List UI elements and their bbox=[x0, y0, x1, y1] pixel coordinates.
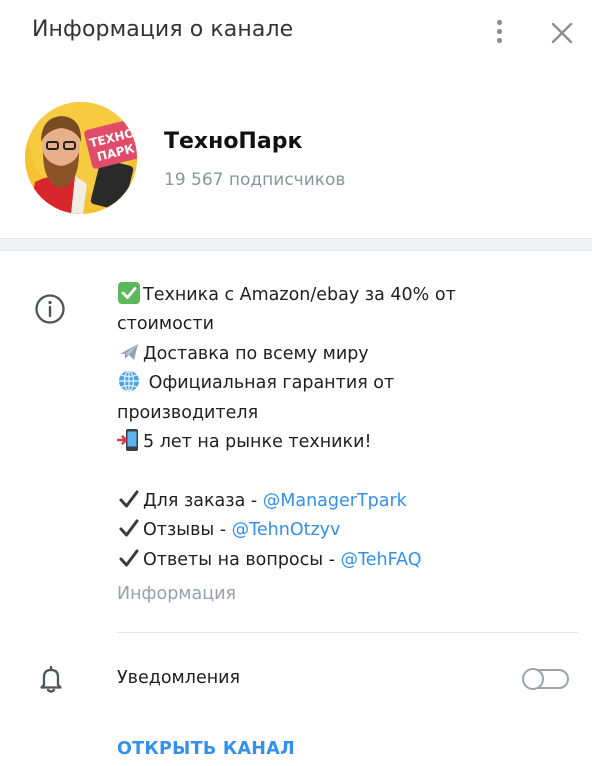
check-mark-icon bbox=[119, 519, 139, 537]
info-icon bbox=[35, 294, 65, 324]
more-vertical-icon bbox=[497, 20, 502, 25]
airplane-icon bbox=[120, 343, 138, 360]
description-line: Доставка по всему миру bbox=[117, 340, 557, 369]
close-icon bbox=[551, 22, 573, 44]
channel-profile: ТЕХНО ПАРК ТехноПарк 19 567 подписчиков bbox=[0, 64, 592, 238]
check-mark-button-icon bbox=[118, 282, 140, 304]
mobile-phone-arrow-icon bbox=[117, 428, 138, 451]
description-line: Отзывы - @TehnOtzyv bbox=[117, 516, 557, 545]
notifications-label: Уведомления bbox=[117, 668, 241, 688]
reviews-link[interactable]: @TehnOtzyv bbox=[232, 520, 341, 540]
description-line: Для заказа - @ManagerTpark bbox=[117, 487, 557, 516]
page-title: Информация о канале bbox=[32, 17, 294, 42]
description-line: производителя bbox=[117, 402, 259, 423]
close-button[interactable] bbox=[544, 16, 578, 50]
info-caption: Информация bbox=[117, 584, 237, 604]
subscriber-count: 19 567 подписчиков bbox=[164, 170, 346, 190]
header: Информация о канале bbox=[0, 0, 592, 64]
more-options-button[interactable] bbox=[483, 17, 515, 49]
avatar[interactable]: ТЕХНО ПАРК bbox=[25, 102, 137, 214]
manager-link[interactable]: @ManagerTpark bbox=[263, 491, 407, 511]
toggle-knob bbox=[522, 667, 544, 690]
channel-name: ТехноПарк bbox=[164, 129, 303, 154]
description-line: Техника с Amazon/ebay за 40% от bbox=[117, 281, 557, 310]
description-line: стоимости bbox=[117, 314, 214, 335]
open-channel-button[interactable]: ОТКРЫТЬ КАНАЛ bbox=[117, 739, 295, 759]
description-line: 5 лет на рынке техники! bbox=[117, 428, 557, 457]
notifications-toggle[interactable] bbox=[522, 667, 569, 690]
channel-logo-image: ТЕХНО ПАРК bbox=[25, 102, 137, 214]
channel-description: Техника с Amazon/ebay за 40% от стоимост… bbox=[117, 281, 557, 575]
check-mark-icon bbox=[119, 490, 139, 508]
check-mark-icon bbox=[119, 549, 139, 567]
description-line: Официальная гарантия от bbox=[117, 369, 557, 398]
section-divider bbox=[0, 238, 592, 251]
divider bbox=[117, 632, 578, 633]
globe-icon bbox=[119, 370, 139, 392]
faq-link[interactable]: @TehFAQ bbox=[341, 550, 422, 570]
bell-icon bbox=[40, 665, 62, 693]
description-line: Ответы на вопросы - @TehFAQ bbox=[117, 546, 557, 575]
